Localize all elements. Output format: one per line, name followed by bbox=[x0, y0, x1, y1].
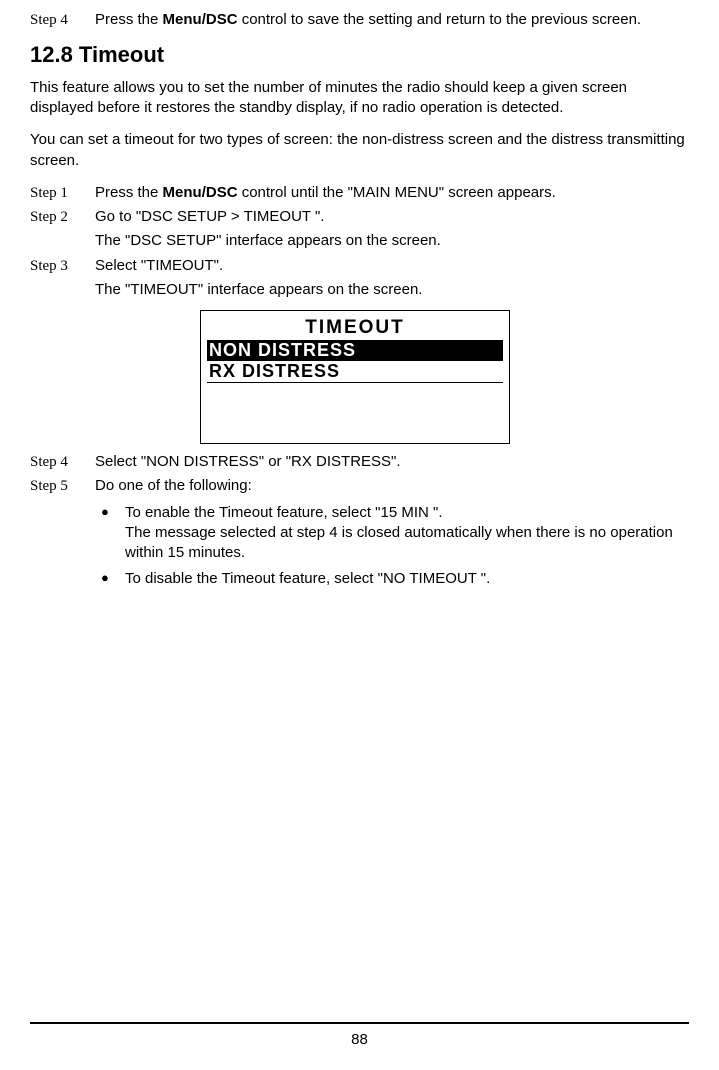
step-label: Step 5 bbox=[30, 476, 95, 496]
step-label: Step 3 bbox=[30, 256, 95, 301]
bullet-item-2: ● To disable the Timeout feature, select… bbox=[95, 569, 689, 589]
bullet-body: To disable the Timeout feature, select "… bbox=[125, 569, 689, 589]
step-row-5: Step 5 Do one of the following: bbox=[30, 476, 689, 496]
page-number: 88 bbox=[351, 1031, 368, 1048]
step-label: Step 1 bbox=[30, 183, 95, 203]
intro-paragraph-2: You can set a timeout for two types of s… bbox=[30, 130, 689, 171]
bullet-item-1: ● To enable the Timeout feature, select … bbox=[95, 503, 689, 564]
step-row-1: Step 1 Press the Menu/DSC control until … bbox=[30, 183, 689, 203]
step-row-3: Step 3 Select "TIMEOUT". The "TIMEOUT" i… bbox=[30, 256, 689, 301]
lcd-screen: TIMEOUT NON DISTRESS RX DISTRESS bbox=[200, 310, 510, 444]
step-text-a: Press the bbox=[95, 184, 163, 201]
bullet-icon: ● bbox=[95, 503, 125, 564]
step-row-4: Step 4 Select "NON DISTRESS" or "RX DIST… bbox=[30, 452, 689, 472]
page-footer: 88 bbox=[30, 1022, 689, 1050]
step-body: Press the Menu/DSC control to save the s… bbox=[95, 10, 689, 30]
step-sub: The "TIMEOUT" interface appears on the s… bbox=[95, 280, 689, 300]
lcd-row-selected: NON DISTRESS bbox=[207, 340, 503, 361]
lcd-title: TIMEOUT bbox=[207, 315, 503, 341]
intro-paragraph-1: This feature allows you to set the numbe… bbox=[30, 78, 689, 119]
bullet-body: To enable the Timeout feature, select "1… bbox=[125, 503, 689, 564]
step-label: Step 2 bbox=[30, 207, 95, 252]
step-text: Select "NON DISTRESS" or "RX DISTRESS". bbox=[95, 452, 689, 472]
step-label: Step 4 bbox=[30, 10, 95, 30]
step-text: Do one of the following: bbox=[95, 476, 689, 496]
bullet-text-2: The message selected at step 4 is closed… bbox=[125, 523, 689, 564]
step-text: Go to "DSC SETUP > TIMEOUT ". bbox=[95, 207, 689, 227]
bullet-text-1: To enable the Timeout feature, select "1… bbox=[125, 503, 689, 523]
step-row-2: Step 2 Go to "DSC SETUP > TIMEOUT ". The… bbox=[30, 207, 689, 252]
step-label: Step 4 bbox=[30, 452, 95, 472]
step-text: Select "TIMEOUT". bbox=[95, 256, 689, 276]
step-bold: Menu/DSC bbox=[163, 184, 238, 201]
step-sub: The "DSC SETUP" interface appears on the… bbox=[95, 231, 689, 251]
step-text-b: control to save the setting and return t… bbox=[238, 11, 642, 28]
lcd-divider bbox=[207, 382, 503, 383]
lcd-row: RX DISTRESS bbox=[207, 361, 503, 382]
step-body: Press the Menu/DSC control until the "MA… bbox=[95, 183, 689, 203]
step-body: Go to "DSC SETUP > TIMEOUT ". The "DSC S… bbox=[95, 207, 689, 252]
step-bold: Menu/DSC bbox=[163, 11, 238, 28]
bullet-icon: ● bbox=[95, 569, 125, 589]
step-body: Do one of the following: bbox=[95, 476, 689, 496]
step-text-b: control until the "MAIN MENU" screen app… bbox=[238, 184, 556, 201]
step-body: Select "TIMEOUT". The "TIMEOUT" interfac… bbox=[95, 256, 689, 301]
step-row-prev-4: Step 4 Press the Menu/DSC control to sav… bbox=[30, 10, 689, 30]
lcd-figure: TIMEOUT NON DISTRESS RX DISTRESS bbox=[200, 310, 689, 444]
step-text-a: Press the bbox=[95, 11, 163, 28]
bullet-text: To disable the Timeout feature, select "… bbox=[125, 569, 689, 589]
section-heading: 12.8 Timeout bbox=[30, 40, 689, 70]
step-body: Select "NON DISTRESS" or "RX DISTRESS". bbox=[95, 452, 689, 472]
